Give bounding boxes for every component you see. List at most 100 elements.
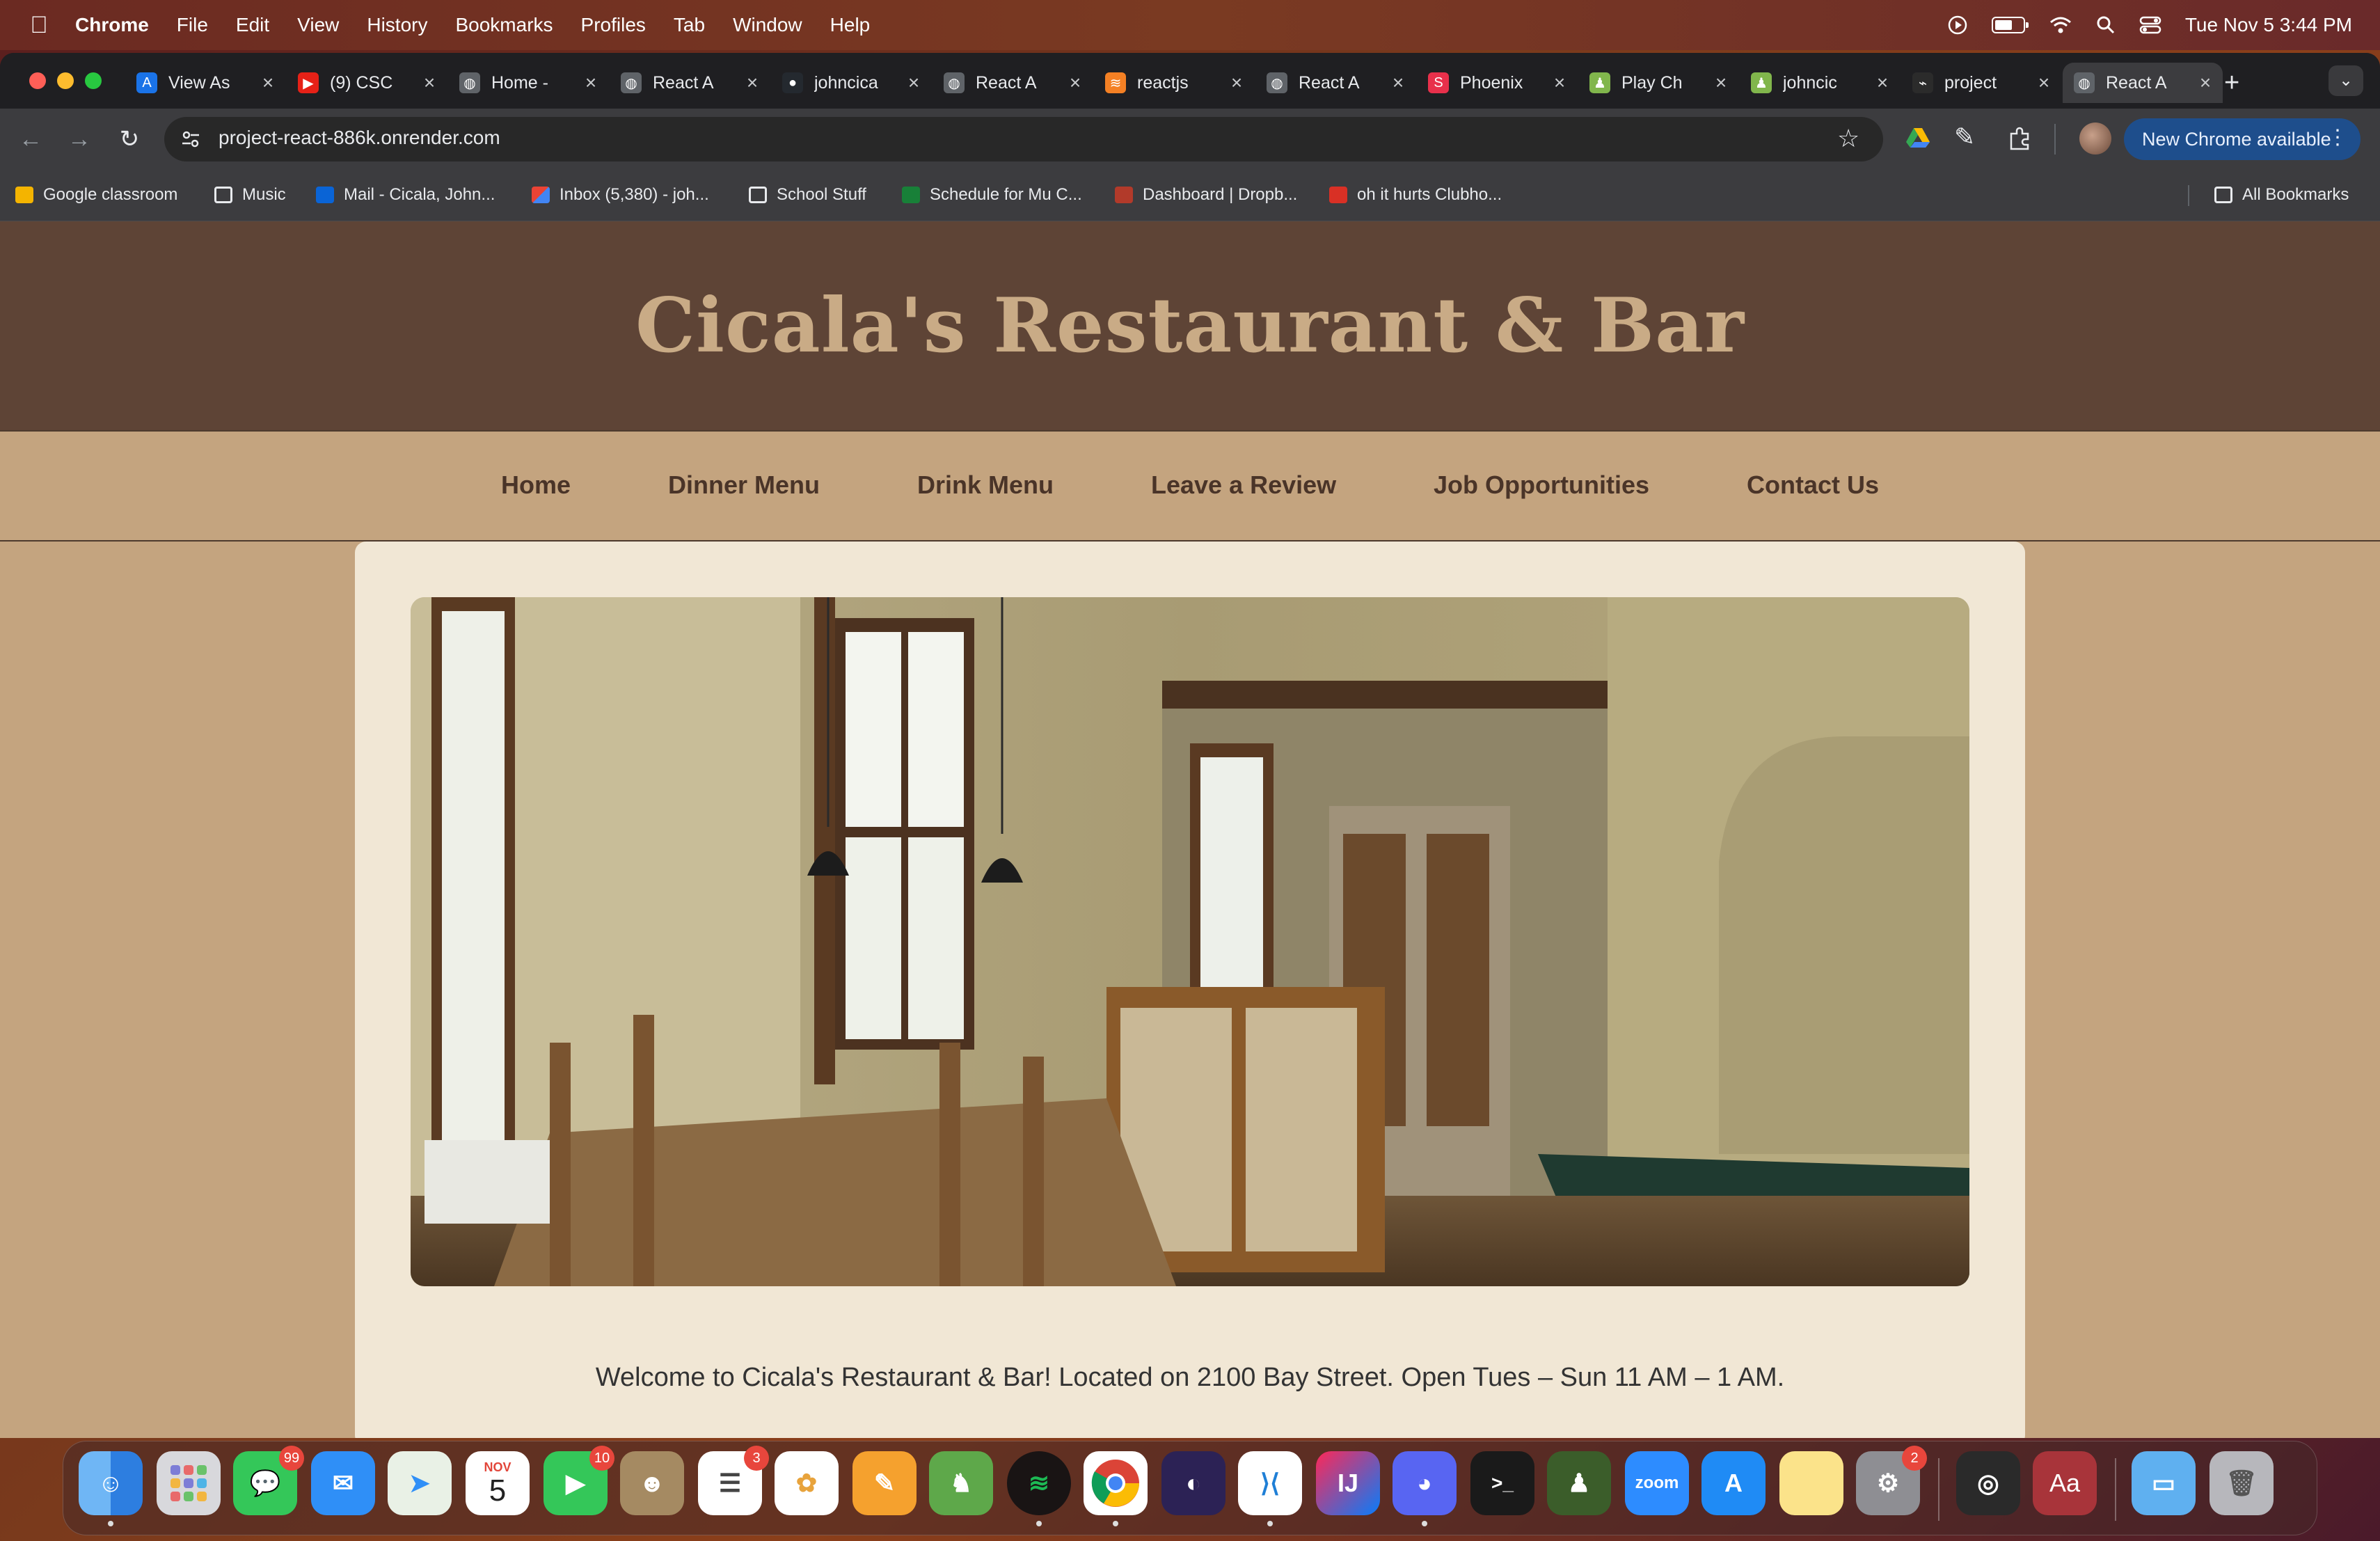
tab-4[interactable]: ● johncica × [771,63,931,103]
tab-5[interactable]: ◍ React A × [933,63,1093,103]
quicktime-icon[interactable]: ◎ [1956,1451,2020,1515]
bookmark-star-icon[interactable]: ☆ [1837,124,1859,153]
zoom-icon[interactable]: zoom [1625,1451,1689,1515]
control-center-icon[interactable] [2139,15,2161,35]
extensions-puzzle-icon[interactable] [2007,125,2032,150]
bookmark-schedule-sheet[interactable]: Schedule for Mu C... [902,182,1082,207]
tab-10[interactable]: ♟ johncic × [1740,63,1900,103]
menu-bookmarks[interactable]: Bookmarks [455,14,553,36]
messages-icon[interactable]: 💬 99 [233,1446,304,1515]
profile-avatar[interactable] [2079,123,2111,155]
nav-job-opportunities-link[interactable]: Job Opportunities [1434,471,1649,500]
close-tab-icon[interactable]: × [1549,72,1570,94]
terminal-icon[interactable]: >_ [1470,1451,1534,1515]
bookmark-dropbox-dashboard[interactable]: Dashboard | Dropb... [1115,182,1297,207]
facetime-icon[interactable]: ▶ 10 [544,1446,614,1515]
app-store-icon[interactable]: A [1701,1451,1766,1515]
close-tab-icon[interactable]: × [1388,72,1409,94]
close-tab-icon[interactable]: × [1872,72,1893,94]
system-settings-icon[interactable]: ⚙ 2 [1856,1446,1927,1515]
reload-icon[interactable]: ↻ [114,124,145,155]
tab-6[interactable]: ≋ reactjs × [1094,63,1254,103]
menu-edit[interactable]: Edit [236,14,269,36]
vscode-icon[interactable]: ⟩⟨ [1238,1451,1302,1526]
google-drive-icon[interactable] [1905,127,1930,149]
menu-help[interactable]: Help [830,14,871,36]
downloads-folder-icon[interactable]: ▭ [2132,1451,2196,1515]
minimize-window-button[interactable] [57,72,74,89]
maximize-window-button[interactable] [85,72,102,89]
contacts-icon[interactable]: ☻ [620,1451,684,1515]
mail-icon[interactable]: ✉ [311,1451,375,1515]
menu-history[interactable]: History [367,14,427,36]
close-tab-icon[interactable]: × [257,72,278,94]
eyedropper-extension-icon[interactable]: ✎ [1954,123,1975,152]
chess-icon[interactable]: ♟ [1547,1451,1611,1515]
menu-window[interactable]: Window [733,14,802,36]
eclipse-icon[interactable]: ◐ [1161,1451,1225,1515]
close-tab-icon[interactable]: × [1711,72,1731,94]
nav-leave-review-link[interactable]: Leave a Review [1151,471,1336,500]
bookmark-outlook-mail[interactable]: Mail - Cicala, John... [316,182,495,207]
close-tab-icon[interactable]: × [742,72,763,94]
back-arrow-icon[interactable]: ← [15,124,46,155]
pages-icon[interactable]: ✎ [852,1451,917,1515]
discord-icon[interactable]: ◕ [1393,1451,1457,1526]
close-tab-icon[interactable]: × [2033,72,2054,94]
wifi-icon[interactable] [2049,15,2072,35]
tab-9[interactable]: ♟ Play Ch × [1578,63,1738,103]
bookmark-gmail-inbox[interactable]: Inbox (5,380) - joh... [532,182,709,207]
spotlight-search-icon[interactable] [2096,15,2116,35]
bookmark-folder-school-stuff[interactable]: School Stuff [749,182,866,207]
tab-2[interactable]: ◍ Home - × [448,63,608,103]
reminders-icon[interactable]: ☰ 3 [698,1446,769,1515]
close-tab-icon[interactable]: × [580,72,601,94]
new-tab-icon[interactable]: + [2224,68,2239,98]
close-tab-icon[interactable]: × [903,72,924,94]
tab-3[interactable]: ◍ React A × [610,63,770,103]
url-text[interactable]: project-react-886k.onrender.com [219,127,500,149]
finder-icon[interactable]: ☺ [79,1451,143,1526]
all-bookmarks-button[interactable]: All Bookmarks [2214,182,2349,207]
clock-datetime[interactable]: Tue Nov 5 3:44 PM [2185,14,2352,36]
calendar-icon[interactable]: NOV 5 [466,1451,530,1515]
now-playing-icon[interactable] [1947,15,1968,35]
nav-dinner-menu-link[interactable]: Dinner Menu [668,471,820,500]
tab-search-chevron-icon[interactable]: ⌄ [2329,65,2363,96]
menu-profiles[interactable]: Profiles [581,14,646,36]
forward-arrow-icon[interactable]: → [64,124,95,155]
tab-0[interactable]: A View As × [125,63,285,103]
trash-icon[interactable]: 🗑 [2210,1451,2274,1515]
address-bar[interactable]: project-react-886k.onrender.com ☆ [164,117,1883,161]
nav-home-link[interactable]: Home [501,471,571,500]
tab-1[interactable]: ▶ (9) CSC × [287,63,447,103]
close-tab-icon[interactable]: × [2195,72,2216,94]
new-chrome-available-button[interactable]: New Chrome available ⋮ [2124,118,2361,160]
chrome-menu-kebab-icon[interactable]: ⋮ [2327,125,2348,150]
launchpad-icon[interactable] [157,1451,221,1515]
maps-icon[interactable]: ➤ [388,1451,452,1515]
close-window-button[interactable] [29,72,46,89]
spotify-icon[interactable]: ≋ [1007,1451,1071,1526]
close-tab-icon[interactable]: × [1226,72,1247,94]
close-tab-icon[interactable]: × [1065,72,1086,94]
nav-drink-menu-link[interactable]: Drink Menu [917,471,1054,500]
intellij-icon[interactable]: IJ [1316,1451,1380,1515]
tab-11[interactable]: ⌁ project × [1901,63,2061,103]
battery-icon[interactable] [1991,17,2029,33]
game-character-icon[interactable]: ♞ [929,1451,993,1515]
menu-app-name[interactable]: Chrome [75,14,149,36]
menu-file[interactable]: File [177,14,208,36]
menu-view[interactable]: View [297,14,339,36]
bookmark-clubhouse[interactable]: oh it hurts Clubho... [1329,182,1502,207]
dictionary-icon[interactable]: Aa [2033,1451,2097,1515]
tab-7[interactable]: ◍ React A × [1255,63,1415,103]
nav-contact-us-link[interactable]: Contact Us [1747,471,1879,500]
site-info-icon[interactable] [180,128,202,150]
menu-tab[interactable]: Tab [674,14,705,36]
apple-menu-icon[interactable]:  [25,12,53,39]
bookmark-folder-music[interactable]: Music [214,182,286,207]
chrome-icon[interactable] [1084,1451,1148,1526]
bookmark-google-classroom[interactable]: Google classroom [15,182,177,207]
tab-8[interactable]: S Phoenix × [1417,63,1577,103]
